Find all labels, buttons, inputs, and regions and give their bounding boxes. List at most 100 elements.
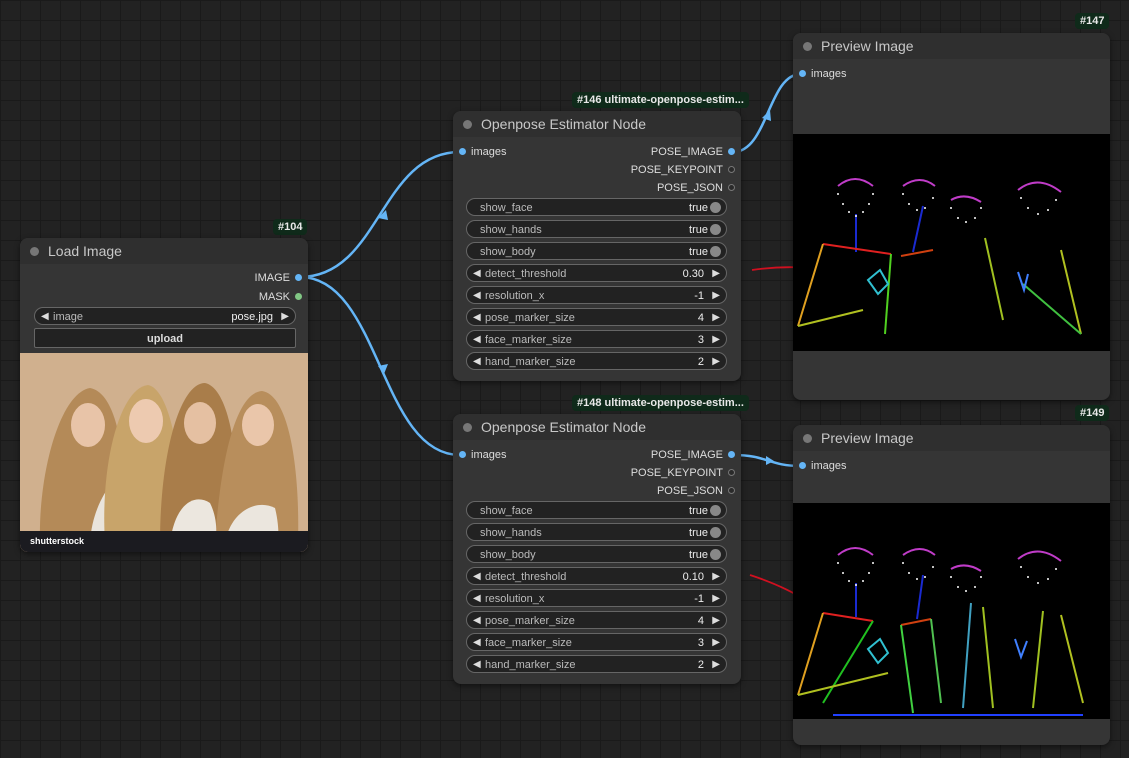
preview-image-node-147[interactable]: Preview Image images [793, 33, 1110, 400]
arrow-right-icon[interactable]: ▶ [712, 568, 720, 586]
toggle-show-hands[interactable]: show_hands true [466, 523, 727, 541]
widget-label: hand_marker_size [485, 659, 576, 671]
node-title-bar[interactable]: Preview Image [793, 425, 1110, 451]
output-slot-pose-image[interactable]: POSE_IMAGE [651, 448, 737, 462]
image-combo-widget[interactable]: ◀ image pose.jpg ▶ [34, 307, 296, 325]
input-slot-images[interactable]: images [797, 459, 846, 473]
arrow-right-icon[interactable]: ▶ [712, 287, 720, 305]
output-slot-pose-json[interactable]: POSE_JSON [657, 181, 737, 195]
node-title-bar[interactable]: Preview Image [793, 33, 1110, 59]
number-face-marker-size[interactable]: ◀ face_marker_size 3 ▶ [466, 330, 727, 348]
widget-label: detect_threshold [485, 571, 567, 583]
arrow-right-icon[interactable]: ▶ [712, 309, 720, 327]
arrow-right-icon[interactable]: ▶ [712, 353, 720, 371]
toggle-show-face[interactable]: show_face true [466, 501, 727, 519]
slot-dot-icon[interactable] [728, 148, 735, 155]
toggle-knob-icon[interactable] [710, 505, 721, 516]
arrow-left-icon[interactable]: ◀ [473, 612, 481, 630]
toggle-show-hands[interactable]: show_hands true [466, 220, 727, 238]
widget-label: detect_threshold [485, 268, 567, 280]
input-slot-images[interactable]: images [797, 67, 846, 81]
node-id-badge: #147 [1075, 13, 1110, 29]
number-pose-marker-size[interactable]: ◀ pose_marker_size 4 ▶ [466, 308, 727, 326]
arrow-left-icon[interactable]: ◀ [473, 331, 481, 349]
toggle-show-body[interactable]: show_body true [466, 242, 727, 260]
load-image-node[interactable]: Load Image IMAGE MASK ◀ image pose.jpg ▶… [20, 238, 308, 552]
arrow-left-icon[interactable]: ◀ [41, 308, 49, 326]
collapse-dot-icon[interactable] [463, 423, 472, 432]
input-slot-images[interactable]: images [457, 145, 506, 159]
number-detect-threshold[interactable]: ◀ detect_threshold 0.10 ▶ [466, 567, 727, 585]
output-slot-pose-image[interactable]: POSE_IMAGE [651, 145, 737, 159]
slot-dot-icon[interactable] [728, 166, 735, 173]
number-pose-marker-size[interactable]: ◀ pose_marker_size 4 ▶ [466, 611, 727, 629]
widget-label: show_face [480, 202, 533, 214]
node-title-bar[interactable]: Openpose Estimator Node [453, 414, 741, 440]
number-detect-threshold[interactable]: ◀ detect_threshold 0.30 ▶ [466, 264, 727, 282]
widget-label: face_marker_size [485, 334, 572, 346]
arrow-left-icon[interactable]: ◀ [473, 590, 481, 608]
collapse-dot-icon[interactable] [463, 120, 472, 129]
arrow-right-icon[interactable]: ▶ [712, 331, 720, 349]
node-title-bar[interactable]: Openpose Estimator Node [453, 111, 741, 137]
collapse-dot-icon[interactable] [803, 42, 812, 51]
preview-image-node-149[interactable]: Preview Image images [793, 425, 1110, 745]
arrow-right-icon[interactable]: ▶ [712, 265, 720, 283]
slot-dot-icon[interactable] [799, 70, 806, 77]
output-slot-image[interactable]: IMAGE [255, 271, 304, 285]
slot-dot-icon[interactable] [459, 451, 466, 458]
output-slot-pose-keypoint[interactable]: POSE_KEYPOINT [631, 466, 737, 480]
slot-dot-icon[interactable] [799, 462, 806, 469]
slot-dot-icon[interactable] [295, 274, 302, 281]
pose-preview-image [793, 503, 1110, 719]
slot-dot-icon[interactable] [728, 184, 735, 191]
upload-button[interactable]: upload [34, 328, 296, 348]
toggle-knob-icon[interactable] [710, 224, 721, 235]
number-face-marker-size[interactable]: ◀ face_marker_size 3 ▶ [466, 633, 727, 651]
toggle-knob-icon[interactable] [710, 549, 721, 560]
collapse-dot-icon[interactable] [30, 247, 39, 256]
number-hand-marker-size[interactable]: ◀ hand_marker_size 2 ▶ [466, 655, 727, 673]
toggle-show-face[interactable]: show_face true [466, 198, 727, 216]
widget-label: resolution_x [485, 593, 545, 605]
slot-dot-icon[interactable] [295, 293, 302, 300]
widget-value: true [689, 202, 708, 214]
toggle-knob-icon[interactable] [710, 527, 721, 538]
arrow-right-icon[interactable]: ▶ [281, 308, 289, 326]
openpose-estimator-node-148[interactable]: Openpose Estimator Node images POSE_IMAG… [453, 414, 741, 684]
arrow-left-icon[interactable]: ◀ [473, 353, 481, 371]
widget-label: show_face [480, 505, 533, 517]
number-resolution-x[interactable]: ◀ resolution_x -1 ▶ [466, 286, 727, 304]
arrow-left-icon[interactable]: ◀ [473, 568, 481, 586]
arrow-right-icon[interactable]: ▶ [712, 634, 720, 652]
input-slot-images[interactable]: images [457, 448, 506, 462]
slot-dot-icon[interactable] [728, 451, 735, 458]
arrow-left-icon[interactable]: ◀ [473, 656, 481, 674]
widget-value: 4 [697, 615, 704, 627]
arrow-right-icon[interactable]: ▶ [712, 656, 720, 674]
openpose-estimator-node-146[interactable]: Openpose Estimator Node images POSE_IMAG… [453, 111, 741, 381]
number-hand-marker-size[interactable]: ◀ hand_marker_size 2 ▶ [466, 352, 727, 370]
toggle-knob-icon[interactable] [710, 246, 721, 257]
arrow-left-icon[interactable]: ◀ [473, 634, 481, 652]
toggle-show-body[interactable]: show_body true [466, 545, 727, 563]
widget-label: show_body [480, 549, 536, 561]
collapse-dot-icon[interactable] [803, 434, 812, 443]
output-slot-pose-json[interactable]: POSE_JSON [657, 484, 737, 498]
arrow-left-icon[interactable]: ◀ [473, 265, 481, 283]
arrow-left-icon[interactable]: ◀ [473, 309, 481, 327]
arrow-left-icon[interactable]: ◀ [473, 287, 481, 305]
arrow-right-icon[interactable]: ▶ [712, 612, 720, 630]
widget-value: true [689, 505, 708, 517]
node-title-bar[interactable]: Load Image [20, 238, 308, 264]
number-resolution-x[interactable]: ◀ resolution_x -1 ▶ [466, 589, 727, 607]
output-slot-mask[interactable]: MASK [259, 290, 304, 304]
slot-dot-icon[interactable] [728, 487, 735, 494]
slot-dot-icon[interactable] [728, 469, 735, 476]
node-title: Preview Image [821, 38, 914, 54]
slot-dot-icon[interactable] [459, 148, 466, 155]
slot-label: MASK [258, 291, 290, 303]
arrow-right-icon[interactable]: ▶ [712, 590, 720, 608]
toggle-knob-icon[interactable] [710, 202, 721, 213]
output-slot-pose-keypoint[interactable]: POSE_KEYPOINT [631, 163, 737, 177]
